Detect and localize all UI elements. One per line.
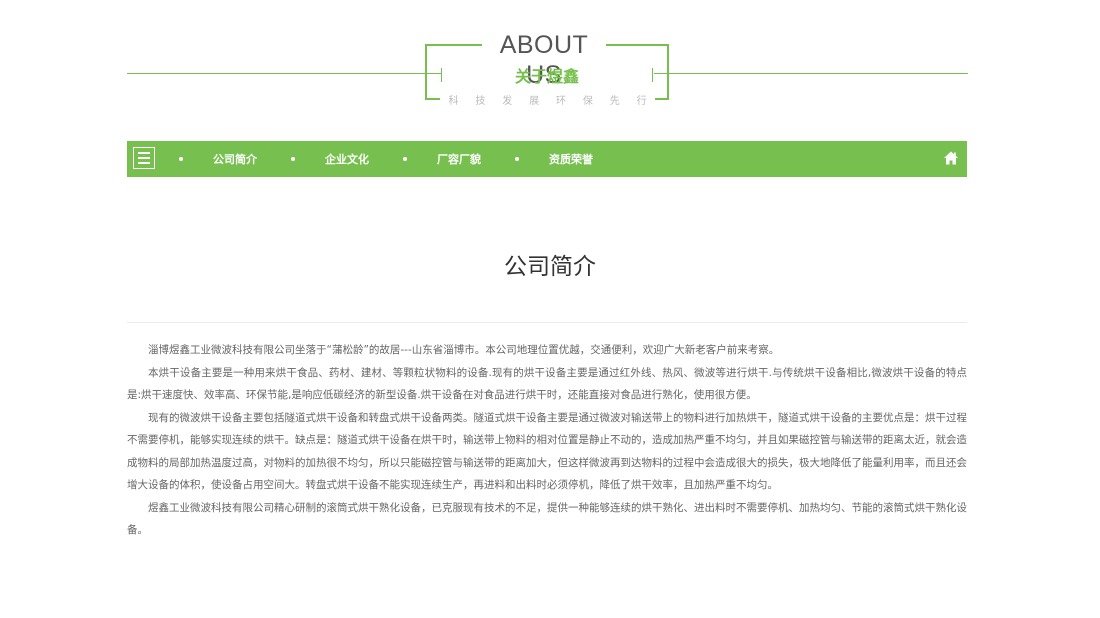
- slogan-char: 技: [475, 95, 486, 107]
- section-slogan: 科 技 发 展 环 保 先 行: [440, 90, 655, 108]
- slogan-char: 行: [636, 95, 647, 107]
- nav-item-honors[interactable]: 资质荣誉: [515, 141, 627, 177]
- slogan-char: 发: [502, 95, 513, 107]
- article-paragraph: 淄博煜鑫工业微波科技有限公司坐落于“蒲松龄”的故居---山东省淄博市。本公司地理…: [148, 344, 780, 356]
- bullet-icon: [403, 157, 407, 161]
- slogan-char: 环: [555, 95, 566, 107]
- nav-item-label: 资质荣誉: [549, 153, 593, 166]
- nav-item-label: 厂容厂貌: [437, 153, 481, 166]
- nav-item-label: 公司简介: [213, 153, 257, 166]
- section-title-cn: 关于煜鑫: [514, 67, 579, 86]
- home-icon[interactable]: [943, 150, 959, 166]
- page-title: 公司简介: [504, 254, 596, 280]
- nav-item-label: 企业文化: [325, 153, 369, 166]
- article-paragraph: 煜鑫工业微波科技有限公司精心研制的滚筒式烘干熟化设备，已克服现有技术的不足，提供…: [127, 501, 967, 537]
- article-body: 淄博煜鑫工业微波科技有限公司坐落于“蒲松龄”的故居---山东省淄博市。本公司地理…: [127, 339, 967, 542]
- bullet-icon: [291, 157, 295, 161]
- sub-nav-bar: 公司简介 企业文化 厂容厂貌 资质荣誉: [127, 141, 967, 177]
- menu-icon[interactable]: [133, 147, 155, 169]
- title-line-left: [127, 73, 441, 74]
- nav-item-factory-view[interactable]: 厂容厂貌: [403, 141, 515, 177]
- sub-nav-items: 公司简介 企业文化 厂容厂貌 资质荣誉: [179, 141, 627, 177]
- slogan-char: 先: [609, 95, 620, 107]
- article-paragraph: 现有的微波烘干设备主要包括隧道式烘干设备和转盘式烘干设备两类。隧道式烘干设备主要…: [127, 411, 967, 492]
- page: ABOUT US 关于煜鑫 科 技 发 展 环 保 先 行 公司简介 企业文化 …: [0, 0, 1100, 618]
- nav-item-company-profile[interactable]: 公司简介: [179, 141, 291, 177]
- section-title-en: ABOUT US: [482, 30, 606, 89]
- slogan-char: 科: [448, 95, 459, 107]
- bullet-icon: [179, 157, 183, 161]
- slogan-char: 展: [529, 95, 540, 107]
- nav-item-corporate-culture[interactable]: 企业文化: [291, 141, 403, 177]
- divider: [127, 322, 967, 323]
- article-paragraph: 本烘干设备主要是一种用来烘干食品、药材、建材、等颗粒状物料的设备.现有的烘干设备…: [127, 366, 967, 402]
- bullet-icon: [515, 157, 519, 161]
- slogan-char: 保: [582, 95, 593, 107]
- title-line-right: [654, 73, 968, 74]
